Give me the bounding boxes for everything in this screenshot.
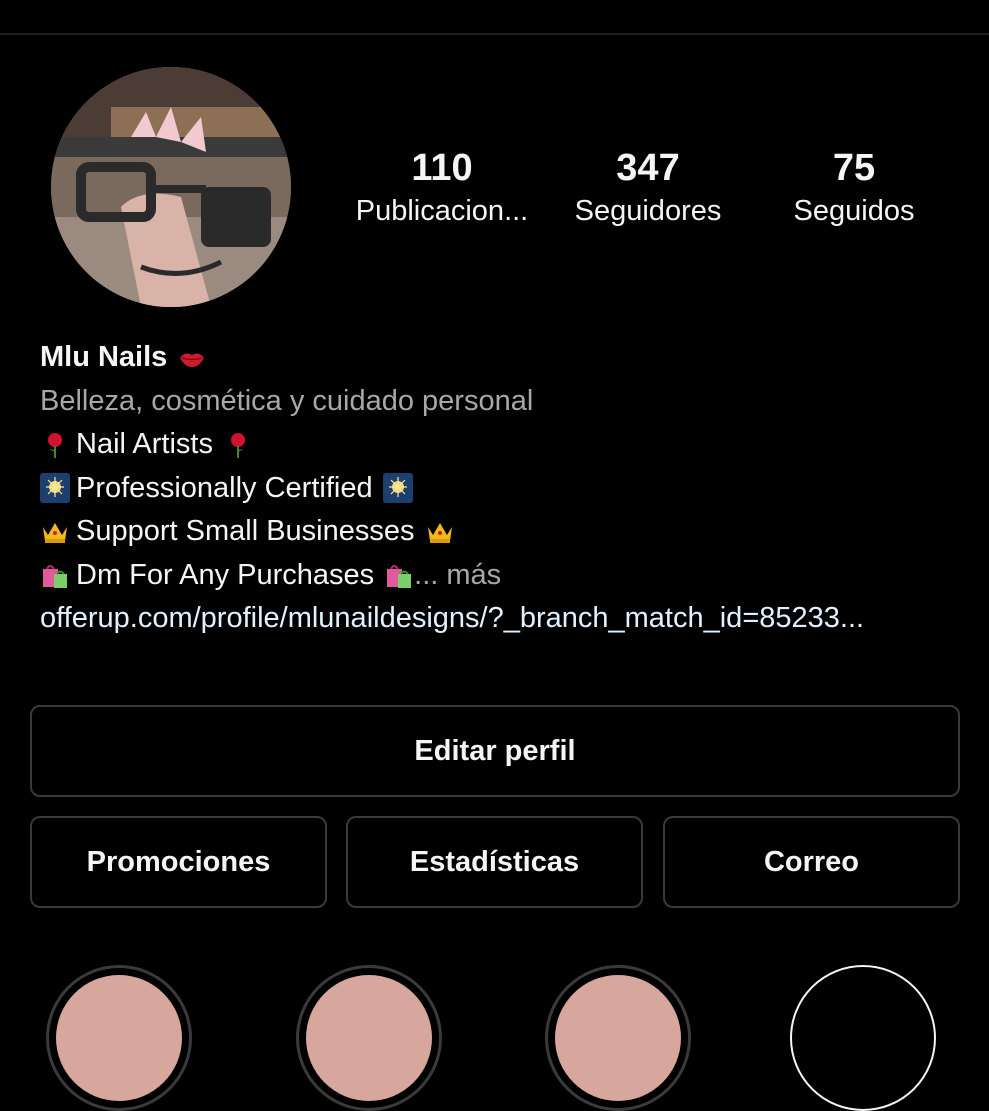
stat-followers[interactable]: 347 Seguidores xyxy=(538,145,758,231)
story-highlight[interactable] xyxy=(296,965,442,1111)
insights-button[interactable]: Estadísticas xyxy=(346,816,643,908)
more-link[interactable]: ... más xyxy=(414,554,501,598)
profile-category: Belleza, cosmética y cuidado personal xyxy=(40,384,534,417)
bio-line-text: Nail Artists xyxy=(76,428,213,460)
rose-icon xyxy=(223,430,253,460)
crown-icon xyxy=(425,517,455,547)
followers-label: Seguidores xyxy=(574,195,722,227)
bio-line: Professionally Certified xyxy=(40,467,970,511)
top-divider xyxy=(0,33,989,35)
bio-line-text: Dm For Any Purchases xyxy=(76,558,375,591)
bio-line: Nail Artists xyxy=(40,423,970,467)
new-highlight-button[interactable] xyxy=(790,965,936,1111)
new-highlight-cover xyxy=(799,974,927,1102)
profile-avatar[interactable] xyxy=(51,67,291,307)
following-label: Seguidos xyxy=(793,195,915,227)
email-button[interactable]: Correo xyxy=(663,816,960,908)
avatar-photo xyxy=(51,67,291,307)
posts-label: Publicacion... xyxy=(355,195,529,227)
highlight-cover xyxy=(555,975,681,1101)
sparkler-icon xyxy=(382,473,413,504)
profile-name-line: Mlu Nails xyxy=(40,336,970,380)
sparkler-icon xyxy=(40,473,70,504)
stat-following[interactable]: 75 Seguidos xyxy=(744,145,964,231)
story-highlight[interactable] xyxy=(46,965,192,1111)
edit-profile-button[interactable]: Editar perfil xyxy=(30,705,960,797)
highlight-cover xyxy=(306,975,432,1101)
following-count: 75 xyxy=(832,147,876,189)
followers-count: 347 xyxy=(616,147,680,189)
profile-name: Mlu Nails xyxy=(40,341,168,373)
posts-count: 110 xyxy=(411,147,473,189)
stat-posts[interactable]: 110 Publicacion... xyxy=(332,145,552,231)
rose-icon xyxy=(40,430,70,460)
lips-icon xyxy=(177,343,207,373)
bio-line: Dm For Any Purchases ... más xyxy=(40,554,970,598)
shopping-bags-icon xyxy=(40,560,70,590)
promotions-button[interactable]: Promociones xyxy=(30,816,327,908)
highlight-cover xyxy=(56,975,182,1101)
shopping-bags-icon xyxy=(384,560,414,590)
bio-line-text: Professionally Certified xyxy=(76,471,373,504)
profile-bio: Mlu Nails Belleza, cosmética y cuidado p… xyxy=(40,336,970,641)
story-highlight[interactable] xyxy=(545,965,691,1111)
bio-line-text: Support Small Businesses xyxy=(76,515,415,547)
profile-website-link[interactable]: offerup.com/profile/mlunaildesigns/?_bra… xyxy=(40,597,864,641)
bio-link-line: offerup.com/profile/mlunaildesigns/?_bra… xyxy=(40,597,970,641)
bio-line: Support Small Businesses xyxy=(40,510,970,554)
crown-icon xyxy=(40,517,70,547)
